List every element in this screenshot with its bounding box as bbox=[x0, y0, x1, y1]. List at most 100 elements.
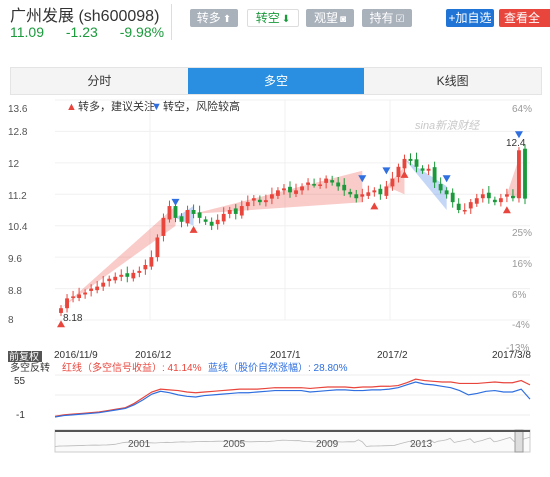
bearish-button[interactable]: 转空 ⬇ bbox=[247, 9, 299, 27]
long-short-chart[interactable]: ▲ 转多，建议关注 ▼ 转空，风险较高 sina新浪财经 13.6 12.8 1… bbox=[0, 95, 550, 477]
watch-label: 观望 bbox=[313, 11, 338, 25]
watch-button[interactable]: 观望 ◙ bbox=[306, 9, 354, 27]
quote-line: 11.09 -1.23 -9.98% bbox=[10, 24, 182, 40]
candle-body bbox=[276, 190, 280, 196]
candle-body bbox=[318, 184, 323, 186]
candle-body bbox=[113, 276, 118, 281]
candle-body bbox=[474, 198, 479, 204]
y-tick-right: 6% bbox=[512, 290, 527, 301]
candle-body bbox=[444, 190, 449, 195]
candle-body bbox=[408, 158, 413, 161]
candle-body bbox=[191, 210, 196, 214]
sina-watermark: sina新浪财经 bbox=[415, 119, 480, 132]
candle-body bbox=[420, 168, 425, 171]
signal-zone bbox=[175, 205, 194, 226]
candle-body bbox=[107, 278, 112, 282]
candle-body bbox=[215, 219, 220, 225]
legend-up-text: 转多，建议关注 bbox=[78, 99, 155, 113]
x-label: 2016/11/9 bbox=[54, 350, 98, 361]
change-value: -1.23 bbox=[65, 24, 98, 40]
stock-header: 广州发展 (sh600098) 11.09 -1.23 -9.98% 转多 ⬆ 转… bbox=[0, 0, 550, 50]
candle-body bbox=[517, 150, 521, 199]
candle-body bbox=[300, 186, 304, 191]
candle-body bbox=[203, 219, 208, 222]
adjusted-badge-label: 前复权 bbox=[9, 350, 39, 363]
legend-down-marker: ▼ bbox=[151, 101, 162, 113]
sell-signal-marker bbox=[442, 175, 451, 183]
buy-signal-marker bbox=[370, 202, 379, 210]
high-price-label: 12.4 bbox=[506, 138, 526, 149]
bullish-button[interactable]: 转多 ⬆ bbox=[190, 9, 238, 27]
candle-body bbox=[245, 202, 250, 207]
legend-up-marker: ▲ bbox=[66, 101, 77, 113]
candle-body bbox=[378, 188, 383, 195]
y-tick-left: 12.8 bbox=[8, 127, 28, 138]
candle-body bbox=[462, 210, 467, 212]
candle-body bbox=[438, 184, 443, 191]
arrow-down-icon: ⬇ bbox=[281, 14, 291, 25]
tab-intraday[interactable]: 分时 bbox=[11, 68, 188, 94]
candle-body bbox=[131, 272, 136, 279]
nav-year-label: 2009 bbox=[316, 439, 339, 450]
y-tick-left: 12 bbox=[8, 159, 20, 170]
y-tick-left: 11.2 bbox=[8, 191, 27, 202]
candle-body bbox=[119, 274, 124, 277]
navigator-handle[interactable] bbox=[514, 429, 524, 453]
hold-button[interactable]: 持有 ☑ bbox=[362, 9, 412, 27]
candle-body bbox=[288, 186, 292, 193]
bullish-label: 转多 bbox=[196, 11, 221, 25]
candle-body bbox=[342, 184, 347, 191]
red-line-legend: 红线（多空信号收益）: 41.14% bbox=[62, 361, 202, 374]
divider bbox=[171, 4, 172, 40]
add-watchlist-button[interactable]: +加自选 bbox=[446, 9, 494, 27]
y-tick-left: 13.6 bbox=[8, 104, 28, 115]
candle-body bbox=[65, 298, 69, 309]
candle-body bbox=[348, 191, 353, 195]
candle-body bbox=[492, 199, 497, 203]
candle-body bbox=[125, 273, 130, 277]
candle-body bbox=[143, 265, 148, 270]
x-label: 2016/12 bbox=[135, 350, 172, 361]
candle-body bbox=[498, 198, 503, 203]
candle-body bbox=[263, 200, 268, 203]
y-tick-left: 8.8 bbox=[8, 286, 22, 297]
buy-signal-marker bbox=[189, 225, 198, 233]
candle-body bbox=[95, 286, 100, 291]
candle-body bbox=[83, 292, 88, 295]
candle-body bbox=[390, 178, 395, 187]
candle-body bbox=[167, 206, 172, 220]
nav-year-label: 2005 bbox=[223, 439, 246, 450]
sell-signal-marker bbox=[171, 198, 180, 206]
candle-body bbox=[450, 192, 455, 203]
range-navigator[interactable] bbox=[54, 429, 531, 453]
tab-long-short[interactable]: 多空 bbox=[187, 68, 365, 94]
candle-body bbox=[330, 180, 335, 183]
candle-body bbox=[396, 166, 401, 177]
candle-body bbox=[360, 194, 365, 197]
candle-body bbox=[426, 168, 431, 171]
candle-body bbox=[161, 217, 166, 236]
tab-kline[interactable]: K线图 bbox=[364, 68, 542, 94]
candle-body bbox=[480, 194, 485, 199]
binoculars-icon: ◙ bbox=[339, 14, 347, 25]
y-tick-right: -4% bbox=[512, 320, 530, 331]
candle-body bbox=[233, 208, 238, 214]
candle-body bbox=[402, 158, 407, 169]
candle-body bbox=[414, 159, 419, 167]
y-tick-left: 9.6 bbox=[8, 254, 22, 265]
candle-body bbox=[312, 184, 317, 186]
blue-line-legend: 蓝线（股价自然涨幅）: 28.80% bbox=[208, 361, 348, 374]
sub-y-tick: -1 bbox=[16, 410, 25, 421]
candle-body bbox=[71, 296, 75, 298]
price-value: 11.09 bbox=[10, 24, 44, 40]
candle-body bbox=[324, 178, 329, 183]
candle-body bbox=[227, 210, 232, 214]
y-tick-right: 64% bbox=[512, 104, 532, 115]
low-price-label: 8.18 bbox=[63, 313, 83, 324]
candle-body bbox=[179, 216, 184, 222]
candle-body bbox=[294, 190, 298, 194]
candle-body bbox=[173, 206, 178, 218]
checkbox-icon: ☑ bbox=[395, 14, 405, 25]
view-all-button[interactable]: 查看全 bbox=[499, 9, 550, 27]
candle-body bbox=[511, 195, 515, 199]
